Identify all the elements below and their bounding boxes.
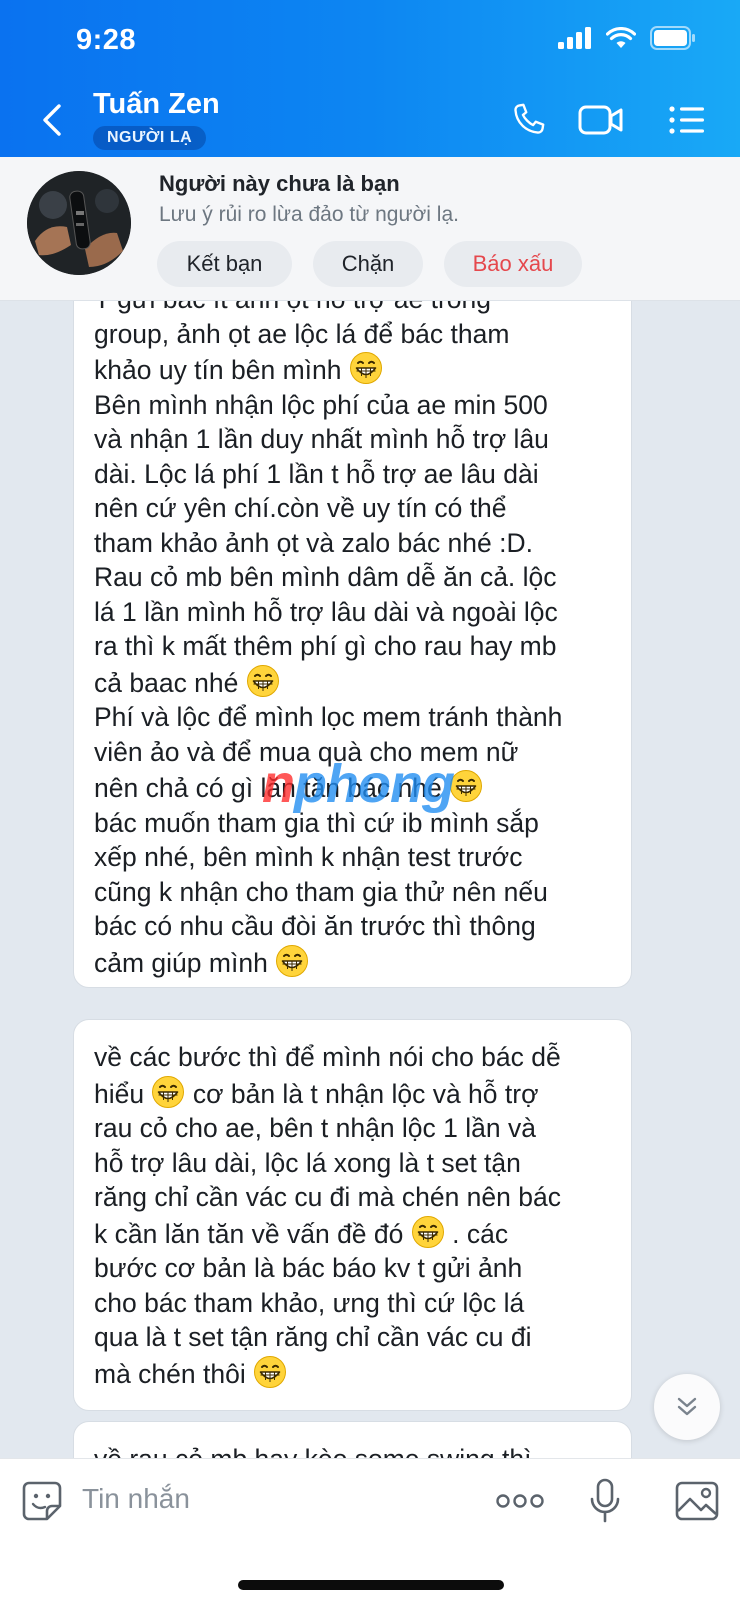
double-chevron-down-icon xyxy=(677,1397,697,1416)
grin-emoji-icon xyxy=(253,1355,287,1389)
chat-area[interactable]: T gửi bác ít ảnh ọt hỗ trợ ae trong grou… xyxy=(0,301,740,1458)
message-line: tham khảo ảnh ọt và zalo bác nhé :D. xyxy=(94,527,533,558)
avatar-image xyxy=(27,171,131,275)
menu-list-icon xyxy=(669,106,704,134)
stranger-warning-banner: Người này chưa là bạn Lưu ý rủi ro lừa đ… xyxy=(0,157,740,301)
add-friend-button[interactable]: Kết bạn xyxy=(157,241,292,287)
message-line: k cần lăn tăn về vấn đề đó . các xyxy=(94,1215,613,1252)
status-time: 9:28 xyxy=(76,24,137,56)
message-input[interactable]: Tin nhắn xyxy=(82,1483,190,1515)
message-line: Rau cỏ mb bên mình dâm dễ ăn cả. lộc xyxy=(94,562,557,592)
menu-button[interactable] xyxy=(664,98,710,142)
message-line: răng chỉ cần vác cu đi mà chén nên bác xyxy=(94,1182,561,1212)
message-line: hỗ trợ lâu dài, lộc lá xong là t set tận xyxy=(94,1147,521,1178)
grin-emoji-icon xyxy=(449,769,483,803)
block-button[interactable]: Chặn xyxy=(313,241,423,287)
grin-emoji-icon xyxy=(411,1215,445,1249)
message-line: group, ảnh ọt ae lộc lá để bác tham xyxy=(94,318,510,349)
video-call-icon xyxy=(578,105,623,135)
video-call-button[interactable] xyxy=(578,98,624,142)
banner-subtitle: Lưu ý rủi ro lừa đảo từ người lạ. xyxy=(159,203,459,226)
message-line: dài. Lộc lá phí 1 lần t hỗ trợ ae lâu dà… xyxy=(94,458,539,489)
status-icons xyxy=(558,26,696,50)
contact-name[interactable]: Tuấn Zen xyxy=(93,88,220,121)
battery-icon xyxy=(650,26,695,50)
message-line: nên cứ yên chí.còn về uy tín có thể xyxy=(94,493,507,523)
chat-header: 9:28 Tuấn Zen NGƯỜI LẠ xyxy=(0,0,740,157)
message-line: Bên mình nhận lộc phí của ae min 500 xyxy=(94,389,548,420)
message-line: xếp nhé, bên mình k nhận test trước xyxy=(94,842,523,872)
message-line: lá 1 lần mình hỗ trợ lâu dài và ngoài lộ… xyxy=(94,596,558,627)
message-line: T gửi bác ít ảnh ọt hỗ trợ ae trong xyxy=(94,301,613,317)
banner-title: Người này chưa là bạn xyxy=(159,171,400,196)
message-line: khảo uy tín bên mình xyxy=(94,351,613,388)
avatar[interactable] xyxy=(27,171,131,275)
more-dots-icon xyxy=(496,1494,544,1508)
message-line: cũng k nhận cho tham gia thử nên nếu xyxy=(94,876,548,907)
message-line: hiểu cơ bản là t nhận lộc và hỗ trợ xyxy=(94,1075,613,1112)
message-line: bước cơ bản là bác báo kv t gửi ảnh xyxy=(94,1253,523,1283)
message-bubble[interactable]: về các bước thì để mình nói cho bác dễ h… xyxy=(73,1019,632,1411)
back-chevron-icon xyxy=(43,104,61,136)
signal-icon xyxy=(558,27,591,49)
message-line: nên chả có gì lăn tăn bác nhé xyxy=(94,769,613,806)
call-button[interactable] xyxy=(505,98,551,142)
scroll-to-bottom-button[interactable] xyxy=(654,1374,720,1440)
grin-emoji-icon xyxy=(246,664,280,698)
stranger-badge: NGƯỜI LẠ xyxy=(93,126,207,150)
home-indicator[interactable] xyxy=(238,1580,504,1590)
report-button[interactable]: Báo xấu xyxy=(444,241,582,287)
message-bubble[interactable]: về rau cỏ mb hay kèo some swing thì xyxy=(73,1421,632,1458)
message-line: Phí và lộc để mình lọc mem tránh thành xyxy=(94,702,563,732)
grin-emoji-icon xyxy=(151,1075,185,1109)
grin-emoji-icon xyxy=(275,944,309,978)
image-icon xyxy=(675,1481,719,1521)
message-line: bác muốn tham gia thì cứ ib mình sắp xyxy=(94,807,539,838)
message-line: về các bước thì để mình nói cho bác dễ xyxy=(94,1042,561,1072)
sticker-button[interactable] xyxy=(20,1477,64,1525)
sticker-icon xyxy=(22,1481,62,1521)
wifi-icon xyxy=(606,27,636,48)
message-line: mà chén thôi xyxy=(94,1355,613,1392)
photo-button[interactable] xyxy=(675,1477,719,1525)
message-line: cảm giúp mình xyxy=(94,944,613,981)
message-input-bar: Tin nhắn xyxy=(0,1458,740,1600)
message-line: và nhận 1 lần duy nhất mình hỗ trợ lâu xyxy=(94,424,549,454)
message-line: rau cỏ cho ae, bên t nhận lộc 1 lần và xyxy=(94,1113,536,1143)
voice-message-button[interactable] xyxy=(588,1477,622,1525)
message-line: cả baac nhé xyxy=(94,664,613,701)
message-line: bác có nhu cầu đòi ăn trước thì thông xyxy=(94,911,536,941)
microphone-icon xyxy=(590,1478,620,1523)
message-bubble[interactable]: T gửi bác ít ảnh ọt hỗ trợ ae trong grou… xyxy=(73,301,632,988)
back-button[interactable] xyxy=(30,92,74,148)
phone-icon xyxy=(514,103,545,134)
more-options-button[interactable] xyxy=(496,1477,544,1525)
message-line: về rau cỏ mb hay kèo some swing thì xyxy=(94,1442,613,1458)
grin-emoji-icon xyxy=(349,351,383,385)
message-line: ra thì k mất thêm phí gì cho rau hay mb xyxy=(94,631,557,661)
message-line: qua là t set tận răng chỉ cần vác cu đi xyxy=(94,1322,532,1352)
message-line: cho bác tham khảo, ưng thì cứ lộc lá xyxy=(94,1287,525,1318)
message-line: viên ảo và để mua quà cho mem nữ xyxy=(94,736,519,767)
